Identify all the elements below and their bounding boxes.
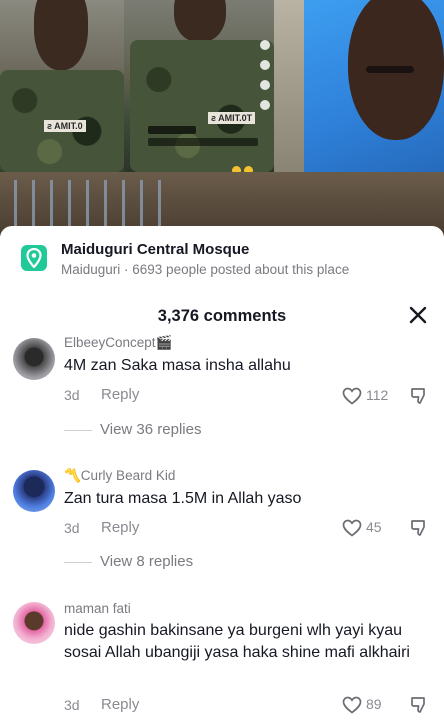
dislike-icon[interactable]	[410, 696, 428, 714]
divider	[64, 562, 92, 563]
comment-text: Zan tura masa 1.5M in Allah yaso	[64, 490, 302, 507]
place-banner[interactable]: Maiduguri Central Mosque Maiduguri · 669…	[0, 226, 444, 288]
comment-item: maman fati nide gashin bakinsane ya burg…	[0, 598, 444, 718]
name-tag: ƨ AMIT.0T	[208, 112, 256, 124]
comment-text: 4M zan Saka masa insha allahu	[64, 357, 291, 374]
like-count: 112	[366, 387, 389, 403]
location-pin-icon	[21, 245, 47, 271]
heart-icon[interactable]	[342, 387, 362, 405]
video-frame-door	[274, 0, 304, 172]
video-frame-left: ƨ AMIT.0	[0, 0, 124, 172]
comment-item: ElbeeyConcept🎬 4M zan Saka masa insha al…	[0, 334, 444, 454]
avatar[interactable]	[13, 602, 55, 644]
comment-time: 3d	[64, 520, 80, 536]
close-icon[interactable]	[408, 305, 428, 325]
heart-icon[interactable]	[342, 696, 362, 714]
view-replies-button[interactable]: View 36 replies	[100, 421, 201, 438]
comment-time: 3d	[64, 387, 80, 403]
place-subtitle: Maiduguri · 6693 people posted about thi…	[61, 262, 350, 277]
dislike-icon[interactable]	[410, 387, 428, 405]
comment-username[interactable]: 〽️Curly Beard Kid	[64, 468, 175, 484]
side-icons	[260, 40, 272, 140]
video-frame-middle: ƨ AMIT.0T	[124, 0, 274, 172]
avatar[interactable]	[13, 470, 55, 512]
reply-button[interactable]: Reply	[101, 519, 139, 536]
name-tag: ƨ AMIT.0	[44, 120, 86, 132]
heart-icon[interactable]	[342, 519, 362, 537]
comment-username[interactable]: ElbeeyConcept🎬	[64, 335, 172, 351]
video-frame-right	[304, 0, 444, 182]
comment-username[interactable]: maman fati	[64, 601, 131, 616]
reply-button[interactable]: Reply	[101, 386, 139, 403]
comments-count: 3,376 comments	[157, 307, 287, 325]
comments-sheet: Maiduguri Central Mosque Maiduguri · 669…	[0, 226, 444, 720]
comment-text: nide gashin bakinsane ya burgeni wlh yay…	[64, 622, 410, 661]
caption-bar	[148, 138, 258, 146]
reply-button[interactable]: Reply	[101, 696, 139, 713]
dislike-icon[interactable]	[410, 519, 428, 537]
divider	[64, 430, 92, 431]
comment-item: 〽️Curly Beard Kid Zan tura masa 1.5M in …	[0, 466, 444, 586]
view-replies-button[interactable]: View 8 replies	[100, 553, 193, 570]
avatar[interactable]	[13, 338, 55, 380]
video-preview[interactable]: ƨ AMIT.0 ƨ AMIT.0T	[0, 0, 444, 236]
comment-time: 3d	[64, 697, 80, 713]
caption-bar	[148, 126, 196, 134]
like-count: 89	[366, 696, 382, 712]
like-count: 45	[366, 519, 382, 535]
place-name: Maiduguri Central Mosque	[61, 241, 250, 258]
